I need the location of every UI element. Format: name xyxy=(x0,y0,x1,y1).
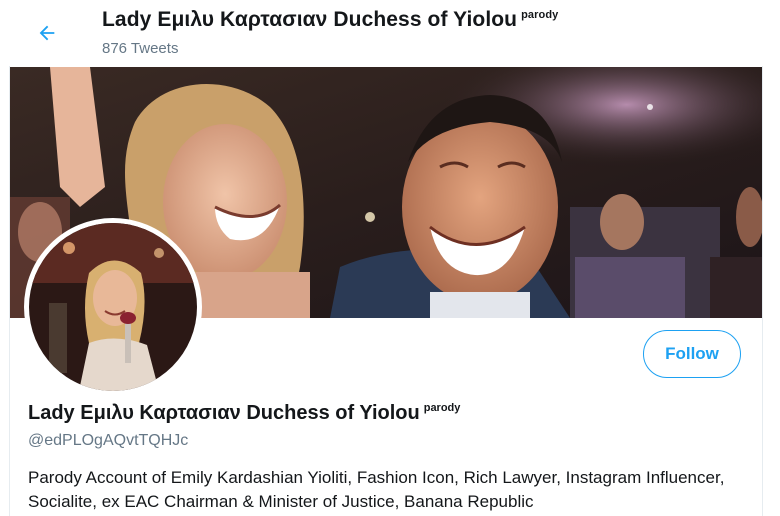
profile-name: Lady Εμιλυ Καρτασιαν Duchess of Yiolou pa… xyxy=(28,402,460,425)
right-divider xyxy=(762,0,763,516)
header-title: Lady Εμιλυ Καρτασιαν Duchess of Yiolou pa… xyxy=(102,8,558,32)
arrow-left-icon xyxy=(39,25,55,41)
header-display-name: Lady Εμιλυ Καρτασιαν Duchess of Yiolou xyxy=(102,8,518,31)
profile-bio: Parody Account of Emily Kardashian Yioli… xyxy=(28,468,725,511)
profile-parody-badge: parody xyxy=(423,402,461,415)
back-button[interactable] xyxy=(30,16,64,50)
avatar-photo xyxy=(29,223,197,391)
profile-header-bar: Lady Εμιλυ Καρτασιαν Duchess of Yiolou pa… xyxy=(0,0,780,66)
header-parody-badge: parody xyxy=(521,9,559,21)
avatar-frame xyxy=(24,218,202,396)
profile-display-name: Lady Εμιλυ Καρτασιαν Duchess of Yiolou xyxy=(28,402,420,424)
follow-button[interactable]: Follow xyxy=(643,330,741,378)
tweet-count: 876 Tweets xyxy=(102,40,179,57)
avatar[interactable] xyxy=(29,223,197,391)
profile-handle: @edPLOgAQvtTQHJc xyxy=(28,432,189,449)
profile-page: Lady Εμιλυ Καρτασιαν Duchess of Yiolou pa… xyxy=(0,0,780,516)
